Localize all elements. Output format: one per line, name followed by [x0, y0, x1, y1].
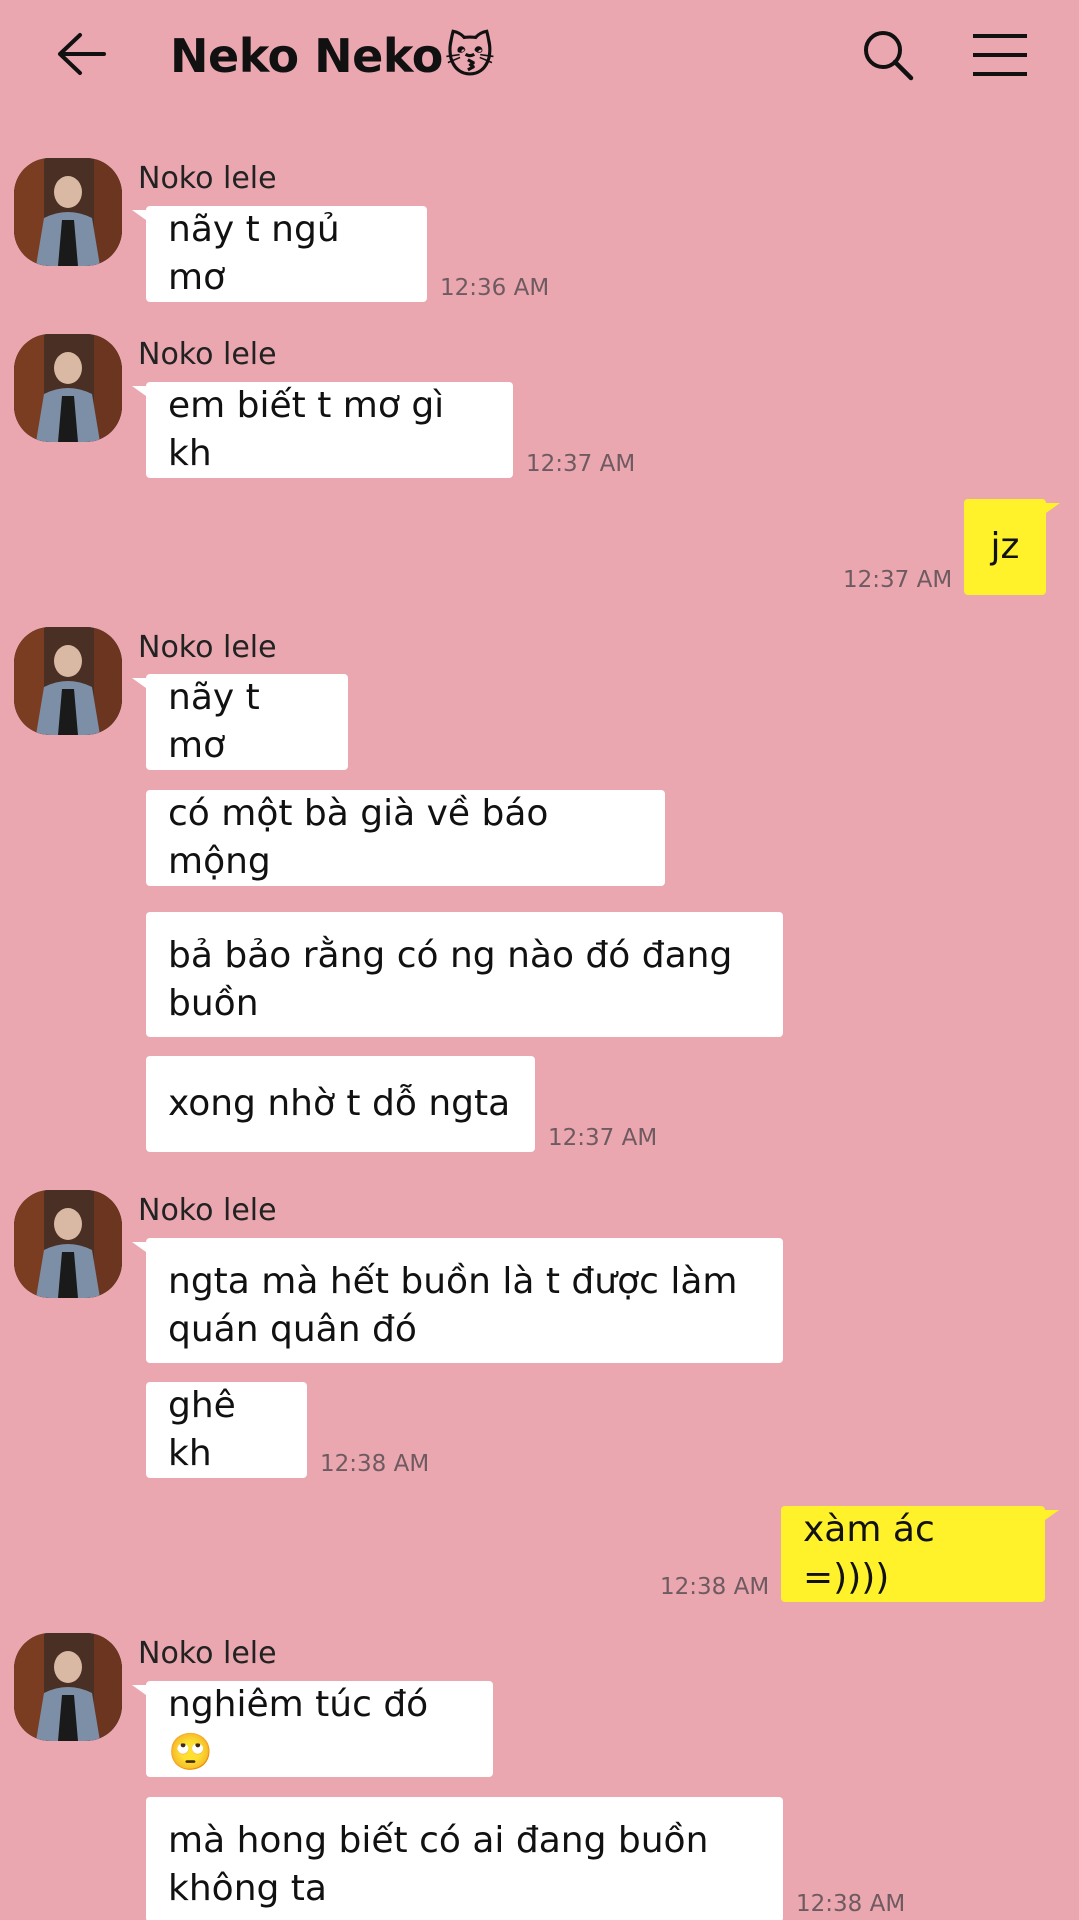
- message-time: 12:38 AM: [660, 1574, 770, 1600]
- avatar-photo: [14, 334, 122, 442]
- sender-name: Noko lele: [138, 630, 277, 665]
- message-bubble[interactable]: xong nhờ t dỗ ngta: [146, 1056, 535, 1152]
- search-icon: [864, 31, 914, 81]
- message-time: 12:38 AM: [796, 1891, 906, 1917]
- message-bubble[interactable]: ngta mà hết buồn là t được làm quán quân…: [132, 1238, 783, 1363]
- chat-title: Neko Neko: [170, 29, 443, 83]
- my-message-bubble[interactable]: xàm ác =)))): [781, 1506, 1059, 1602]
- my-message-bubble[interactable]: jz: [964, 499, 1060, 595]
- chat-title-wrap: Neko Neko 😽: [170, 25, 495, 87]
- message-time: 12:37 AM: [548, 1125, 658, 1151]
- message-time: 12:36 AM: [440, 275, 550, 301]
- avatar[interactable]: [14, 1633, 122, 1741]
- message-bubble[interactable]: nãy t ngủ mơ: [132, 206, 427, 302]
- search-button[interactable]: [858, 25, 918, 85]
- avatar[interactable]: [14, 334, 122, 442]
- message-time: 12:38 AM: [320, 1451, 430, 1477]
- message-bubble[interactable]: nghiêm túc đó🙄: [132, 1681, 493, 1777]
- back-button[interactable]: [52, 25, 110, 83]
- avatar[interactable]: [14, 627, 122, 735]
- avatar-photo: [14, 1633, 122, 1741]
- message-bubble[interactable]: em biết t mơ gì kh: [132, 382, 513, 478]
- avatar-photo: [14, 158, 122, 266]
- avatar-photo: [14, 627, 122, 735]
- message-bubble[interactable]: mà hong biết có ai đang buồn không ta: [146, 1797, 783, 1920]
- message-bubble[interactable]: ghê kh: [146, 1382, 307, 1478]
- message-bubble[interactable]: bả bảo rằng có ng nào đó đang buồn: [146, 912, 783, 1037]
- message-bubble[interactable]: có một bà già về báo mộng: [146, 790, 665, 886]
- message-time: 12:37 AM: [843, 567, 953, 593]
- avatar-photo: [14, 1190, 122, 1298]
- hamburger-menu-icon: [973, 34, 1027, 76]
- sender-name: Noko lele: [138, 161, 277, 196]
- chat-screen: Neko Neko 😽 Noko lele nãy t ngủ mơ 12:36…: [0, 0, 1079, 1920]
- message-time: 12:37 AM: [526, 451, 636, 477]
- sender-name: Noko lele: [138, 1193, 277, 1228]
- avatar[interactable]: [14, 1190, 122, 1298]
- menu-button[interactable]: [968, 25, 1032, 85]
- sender-name: Noko lele: [138, 337, 277, 372]
- sender-name: Noko lele: [138, 1636, 277, 1671]
- avatar[interactable]: [14, 158, 122, 266]
- message-bubble[interactable]: nãy t mơ: [132, 674, 348, 770]
- arrow-left-icon: [58, 33, 106, 75]
- kissing-cat-icon: 😽: [444, 28, 495, 84]
- chat-header: Neko Neko 😽: [0, 0, 1079, 110]
